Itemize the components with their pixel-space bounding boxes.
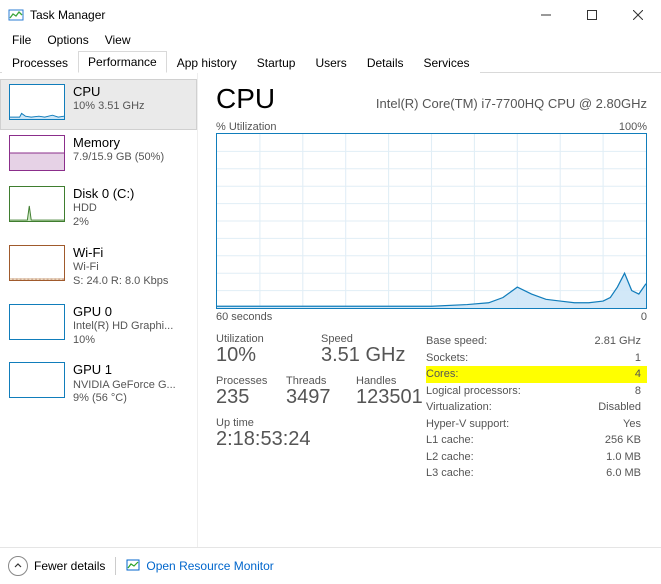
sidebar-item-sub: Intel(R) HD Graphi...: [73, 320, 173, 334]
close-button[interactable]: [615, 0, 661, 30]
cpu-model: Intel(R) Core(TM) i7-7700HQ CPU @ 2.80GH…: [293, 96, 647, 111]
cores-row-highlight: Cores: 4: [426, 366, 647, 383]
chevron-up-icon: [8, 556, 28, 576]
l2-key: L2 cache:: [426, 449, 474, 466]
sidebar-item-sub2: 9% (56 °C): [73, 392, 176, 406]
window-title: Task Manager: [30, 8, 523, 22]
sidebar-item-cpu[interactable]: CPU 10% 3.51 GHz: [0, 79, 197, 130]
tabstrip: Processes Performance App history Startu…: [0, 50, 661, 73]
page-title: CPU: [216, 83, 293, 115]
logical-key: Logical processors:: [426, 383, 521, 400]
sidebar-item-label: GPU 1: [73, 362, 176, 378]
maximize-button[interactable]: [569, 0, 615, 30]
hyperv-value: Yes: [623, 416, 641, 433]
tab-details[interactable]: Details: [357, 52, 414, 73]
stats-left: Utilization 10% Speed 3.51 GHz Processes…: [216, 333, 426, 482]
open-resource-monitor-link[interactable]: Open Resource Monitor: [126, 558, 273, 575]
footer: Fewer details Open Resource Monitor: [0, 547, 661, 584]
chart-bottom-labels: 60 seconds 0: [216, 311, 647, 323]
base-speed-key: Base speed:: [426, 333, 487, 350]
memory-thumb-icon: [9, 135, 65, 171]
l3-key: L3 cache:: [426, 465, 474, 482]
sidebar-item-label: GPU 0: [73, 304, 173, 320]
sidebar-item-sub: Wi-Fi: [73, 261, 168, 275]
tab-startup[interactable]: Startup: [247, 52, 306, 73]
main-panel: CPU Intel(R) Core(TM) i7-7700HQ CPU @ 2.…: [198, 73, 661, 547]
sidebar-item-sub: 10% 3.51 GHz: [73, 100, 145, 114]
resource-monitor-label: Open Resource Monitor: [146, 559, 273, 573]
logical-value: 8: [635, 383, 641, 400]
tab-processes[interactable]: Processes: [2, 52, 78, 73]
tab-users[interactable]: Users: [305, 52, 356, 73]
sidebar-item-sub: HDD: [73, 202, 134, 216]
resource-monitor-icon: [126, 558, 140, 575]
header: CPU Intel(R) Core(TM) i7-7700HQ CPU @ 2.…: [216, 83, 647, 115]
sidebar-item-label: Wi-Fi: [73, 245, 168, 261]
titlebar: Task Manager: [0, 0, 661, 30]
task-manager-window: Task Manager File Options View Processes…: [0, 0, 661, 584]
l2-value: 1.0 MB: [606, 449, 641, 466]
y-axis-label: % Utilization: [216, 121, 277, 133]
sidebar-item-sub2: 10%: [73, 334, 173, 348]
x-axis-left: 60 seconds: [216, 311, 272, 323]
sockets-key: Sockets:: [426, 350, 468, 367]
app-icon: [8, 7, 24, 23]
threads-value: 3497: [286, 386, 356, 409]
disk-thumb-icon: [9, 186, 65, 222]
base-speed-value: 2.81 GHz: [595, 333, 641, 350]
y-axis-max: 100%: [619, 121, 647, 133]
sidebar-item-gpu0[interactable]: GPU 0 Intel(R) HD Graphi... 10%: [0, 299, 197, 358]
stats: Utilization 10% Speed 3.51 GHz Processes…: [216, 333, 647, 482]
hyperv-key: Hyper-V support:: [426, 416, 509, 433]
l1-value: 256 KB: [605, 432, 641, 449]
sidebar-item-wifi[interactable]: Wi-Fi Wi-Fi S: 24.0 R: 8.0 Kbps: [0, 240, 197, 299]
menu-file[interactable]: File: [4, 31, 39, 49]
sidebar-item-disk[interactable]: Disk 0 (C:) HDD 2%: [0, 181, 197, 240]
virt-value: Disabled: [598, 399, 641, 416]
cores-value: 4: [635, 366, 641, 383]
l3-value: 6.0 MB: [606, 465, 641, 482]
sockets-value: 1: [635, 350, 641, 367]
sidebar-item-gpu1[interactable]: GPU 1 NVIDIA GeForce G... 9% (56 °C): [0, 357, 197, 416]
speed-value: 3.51 GHz: [321, 344, 426, 367]
cpu-thumb-icon: [9, 84, 65, 120]
gpu0-thumb-icon: [9, 304, 65, 340]
chart-top-labels: % Utilization 100%: [216, 121, 647, 133]
sidebar-item-sub2: 2%: [73, 216, 134, 230]
separator: [115, 557, 116, 575]
gpu1-thumb-icon: [9, 362, 65, 398]
sidebar-item-label: Disk 0 (C:): [73, 186, 134, 202]
tab-services[interactable]: Services: [414, 52, 480, 73]
uptime-value: 2:18:53:24: [216, 428, 426, 451]
menu-view[interactable]: View: [97, 31, 139, 49]
cores-key: Cores:: [426, 366, 458, 383]
virt-key: Virtualization:: [426, 399, 492, 416]
cpu-utilization-chart[interactable]: [216, 133, 647, 309]
menu-options[interactable]: Options: [39, 31, 96, 49]
handles-value: 123501: [356, 386, 426, 409]
x-axis-right: 0: [641, 311, 647, 323]
sidebar-item-sub: 7.9/15.9 GB (50%): [73, 151, 164, 165]
tab-performance[interactable]: Performance: [78, 51, 167, 73]
utilization-value: 10%: [216, 344, 321, 367]
menubar: File Options View: [0, 30, 661, 50]
sidebar-item-label: Memory: [73, 135, 164, 151]
sidebar-item-memory[interactable]: Memory 7.9/15.9 GB (50%): [0, 130, 197, 181]
minimize-button[interactable]: [523, 0, 569, 30]
fewer-details-label: Fewer details: [34, 559, 105, 573]
processes-value: 235: [216, 386, 286, 409]
wifi-thumb-icon: [9, 245, 65, 281]
tab-app-history[interactable]: App history: [167, 52, 247, 73]
body: CPU 10% 3.51 GHz Memory 7.9/15.9 GB (50%…: [0, 73, 661, 547]
sidebar: CPU 10% 3.51 GHz Memory 7.9/15.9 GB (50%…: [0, 73, 198, 547]
fewer-details-button[interactable]: Fewer details: [8, 556, 105, 576]
sidebar-item-sub: NVIDIA GeForce G...: [73, 379, 176, 393]
window-controls: [523, 0, 661, 30]
stats-right: Base speed: 2.81 GHz Sockets: 1 Cores: 4 Lo…: [426, 333, 647, 482]
sidebar-item-sub2: S: 24.0 R: 8.0 Kbps: [73, 275, 168, 289]
sidebar-item-label: CPU: [73, 84, 145, 100]
l1-key: L1 cache:: [426, 432, 474, 449]
